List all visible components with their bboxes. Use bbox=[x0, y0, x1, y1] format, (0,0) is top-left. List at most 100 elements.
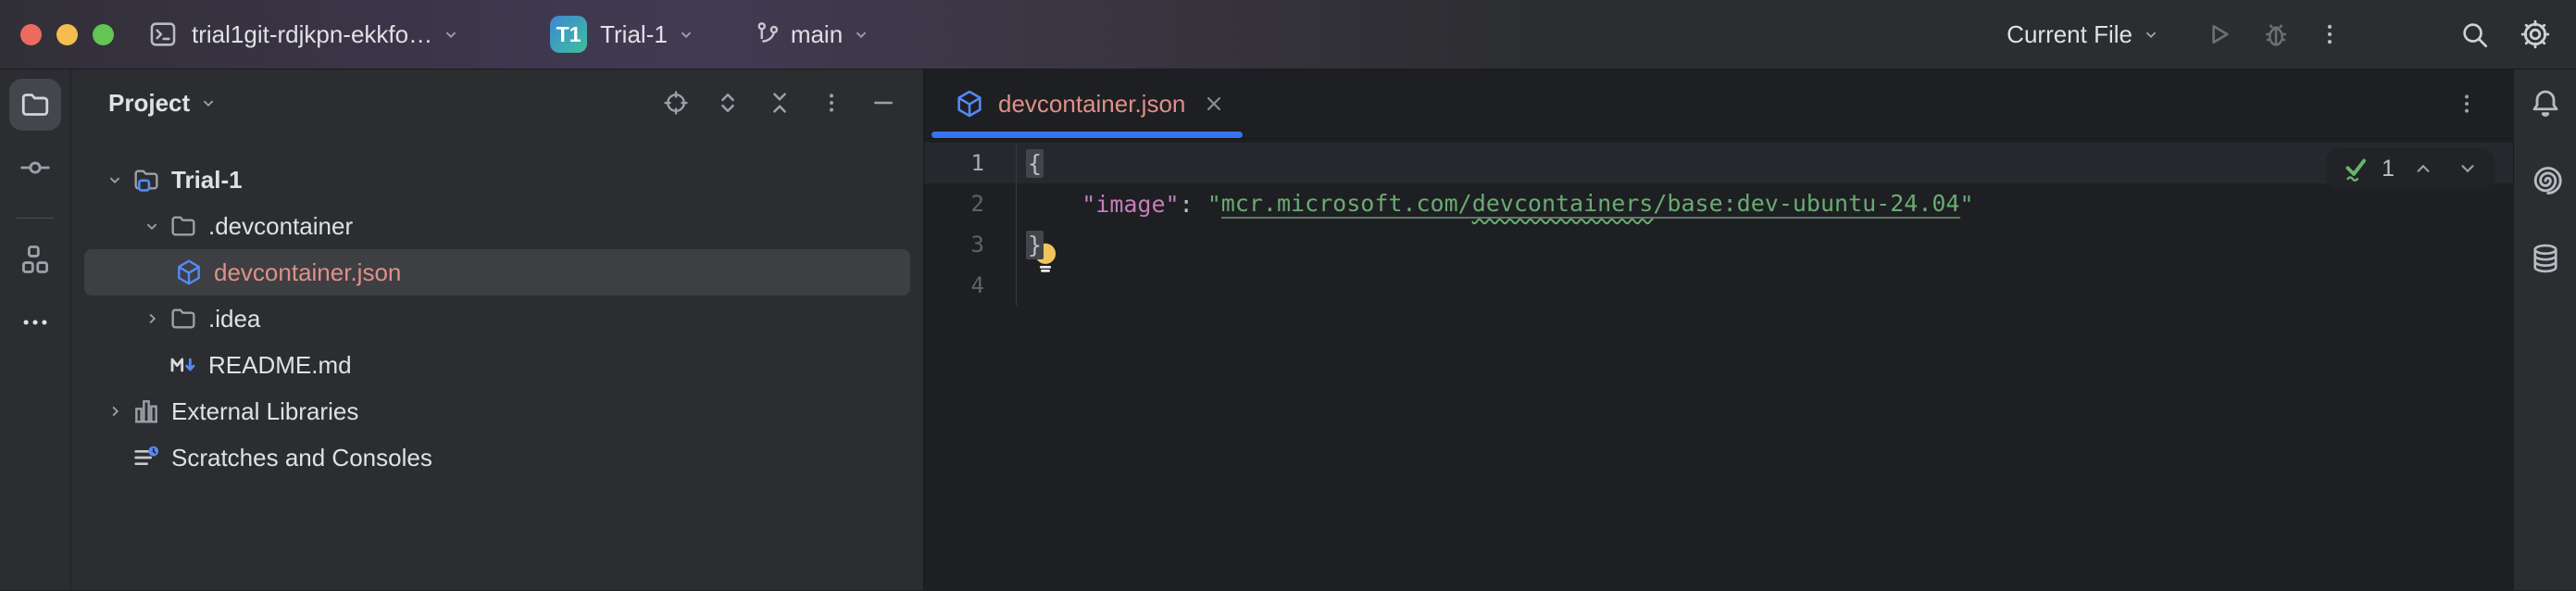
tab-label: devcontainer.json bbox=[998, 90, 1185, 119]
no-problems-checkmark-icon bbox=[2341, 153, 2370, 184]
folder-icon bbox=[19, 88, 52, 121]
ai-assistant-button[interactable] bbox=[2525, 160, 2566, 201]
search-everywhere-icon[interactable] bbox=[2454, 14, 2495, 55]
tree-item-devcontainer-folder[interactable]: .devcontainer bbox=[71, 203, 923, 249]
chevron-spacer bbox=[99, 442, 131, 473]
tree-item-trial-1[interactable]: Trial-1 bbox=[71, 157, 923, 203]
chevron-spacer bbox=[136, 349, 168, 381]
inspections-widget[interactable]: 1 bbox=[2326, 148, 2495, 189]
chevron-down-icon bbox=[676, 24, 696, 44]
image-url-typo-token[interactable]: devcontainers bbox=[1472, 190, 1654, 219]
code-line-2[interactable]: 2 "image": "mcr.microsoft.com/devcontain… bbox=[924, 183, 2513, 224]
line-number: 4 bbox=[924, 265, 1017, 306]
tree-item-label: README.md bbox=[208, 351, 352, 380]
collapse-all-button[interactable] bbox=[764, 87, 795, 119]
chevron-down-icon[interactable] bbox=[136, 210, 168, 242]
quote-token: " bbox=[1960, 191, 1974, 218]
next-problem-chevron-down-icon[interactable] bbox=[2456, 157, 2480, 181]
chevron-right-icon[interactable] bbox=[136, 303, 168, 334]
chevron-down-icon bbox=[441, 24, 461, 44]
macos-window-controls bbox=[20, 24, 114, 45]
scratches-icon bbox=[131, 442, 162, 473]
chevron-down-icon bbox=[198, 93, 219, 113]
commit-toolwindow-button[interactable] bbox=[9, 142, 61, 194]
line-number: 2 bbox=[924, 183, 1017, 224]
zoom-window-button[interactable] bbox=[93, 24, 114, 45]
image-url-token[interactable]: /base:dev-ubuntu-24.04 bbox=[1653, 190, 1959, 219]
markdown-file-icon bbox=[168, 349, 199, 381]
tree-item-external-libraries[interactable]: External Libraries bbox=[71, 388, 923, 434]
titlebar: trial1git-rdjkpn-ekkfo… T1 Trial-1 main … bbox=[0, 0, 2576, 69]
debug-button[interactable] bbox=[2256, 14, 2296, 55]
more-toolwindows-button[interactable] bbox=[9, 296, 61, 348]
devcontainer-cube-icon bbox=[954, 88, 985, 119]
right-toolwindow-strip bbox=[2513, 69, 2576, 590]
settings-gear-icon[interactable] bbox=[2515, 14, 2556, 55]
commit-icon bbox=[19, 151, 52, 184]
project-switcher-label: trial1git-rdjkpn-ekkfo… bbox=[192, 20, 432, 49]
workspace-badge: T1 bbox=[550, 16, 587, 53]
project-toolwindow: Project bbox=[71, 69, 924, 590]
code-line-3[interactable]: 3 } bbox=[924, 224, 2513, 265]
folder-icon bbox=[168, 303, 199, 334]
structure-icon bbox=[19, 243, 52, 276]
run-button[interactable] bbox=[2198, 14, 2239, 55]
workspace-switcher[interactable]: T1 Trial-1 bbox=[550, 16, 696, 53]
quote-token: " bbox=[1207, 191, 1221, 218]
project-panel-header: Project bbox=[71, 69, 923, 136]
tab-options-kebab-icon[interactable] bbox=[2454, 91, 2480, 117]
git-branch-icon bbox=[754, 20, 782, 48]
tree-item-label: .idea bbox=[208, 305, 260, 333]
left-toolwindow-strip bbox=[0, 69, 71, 590]
inspection-count: 1 bbox=[2382, 156, 2395, 182]
tree-item-label: Trial-1 bbox=[171, 166, 243, 195]
project-panel-title[interactable]: Project bbox=[108, 89, 190, 118]
structure-toolwindow-button[interactable] bbox=[9, 233, 61, 285]
chevron-right-icon[interactable] bbox=[99, 396, 131, 427]
line-number: 1 bbox=[924, 143, 1017, 183]
panel-options-kebab-icon[interactable] bbox=[816, 87, 847, 119]
close-tab-icon[interactable] bbox=[1202, 92, 1226, 116]
tree-item-label: .devcontainer bbox=[208, 212, 353, 241]
editor-tabbar: devcontainer.json bbox=[924, 69, 2513, 139]
minimize-window-button[interactable] bbox=[56, 24, 78, 45]
run-configuration-label: Current File bbox=[2007, 20, 2132, 49]
tree-item-readme[interactable]: README.md bbox=[71, 342, 923, 388]
notifications-bell-button[interactable] bbox=[2525, 82, 2566, 123]
project-switcher[interactable]: trial1git-rdjkpn-ekkfo… bbox=[192, 20, 461, 49]
more-horizontal-icon bbox=[19, 307, 51, 338]
database-button[interactable] bbox=[2525, 238, 2566, 279]
tree-item-label: devcontainer.json bbox=[214, 258, 401, 287]
expand-all-button[interactable] bbox=[712, 87, 744, 119]
tree-item-devcontainer-json[interactable]: devcontainer.json bbox=[84, 249, 910, 296]
project-toolwindow-button[interactable] bbox=[9, 79, 61, 131]
code-line-4[interactable]: 4 bbox=[924, 265, 2513, 306]
line-number: 3 bbox=[924, 224, 1017, 265]
tree-item-label: External Libraries bbox=[171, 397, 358, 426]
devcontainer-terminal-icon bbox=[147, 19, 179, 50]
workspace-name: Trial-1 bbox=[600, 20, 668, 49]
tree-item-scratches-and-consoles[interactable]: Scratches and Consoles bbox=[71, 434, 923, 481]
libraries-icon bbox=[131, 396, 162, 427]
tree-item-label: Scratches and Consoles bbox=[171, 444, 432, 472]
chevron-down-icon[interactable] bbox=[99, 164, 131, 195]
hide-panel-button[interactable] bbox=[868, 87, 899, 119]
close-brace-token: } bbox=[1026, 231, 1044, 259]
code-line-1[interactable]: 1 { bbox=[924, 143, 2513, 183]
project-folder-icon bbox=[131, 164, 162, 195]
git-branch-widget[interactable]: main bbox=[754, 20, 871, 49]
devcontainer-cube-icon bbox=[173, 257, 205, 288]
select-opened-file-button[interactable] bbox=[660, 87, 692, 119]
code-editor[interactable]: 1 { 2 "image": "mcr.microsoft.com/devcon… bbox=[924, 139, 2513, 590]
run-configuration-widget[interactable]: Current File bbox=[2007, 20, 2161, 49]
active-tab-indicator bbox=[932, 132, 1243, 138]
more-actions-kebab-icon[interactable] bbox=[2309, 14, 2350, 55]
open-brace-token: { bbox=[1026, 149, 1044, 178]
editor-area: devcontainer.json 1 { 2 bbox=[924, 69, 2513, 590]
tab-devcontainer-json[interactable]: devcontainer.json bbox=[930, 69, 1244, 138]
tree-item-idea-folder[interactable]: .idea bbox=[71, 296, 923, 342]
chevron-down-icon bbox=[851, 24, 871, 44]
previous-problem-chevron-up-icon[interactable] bbox=[2411, 157, 2435, 181]
image-url-token[interactable]: mcr.microsoft.com/ bbox=[1221, 190, 1472, 219]
close-window-button[interactable] bbox=[20, 24, 42, 45]
